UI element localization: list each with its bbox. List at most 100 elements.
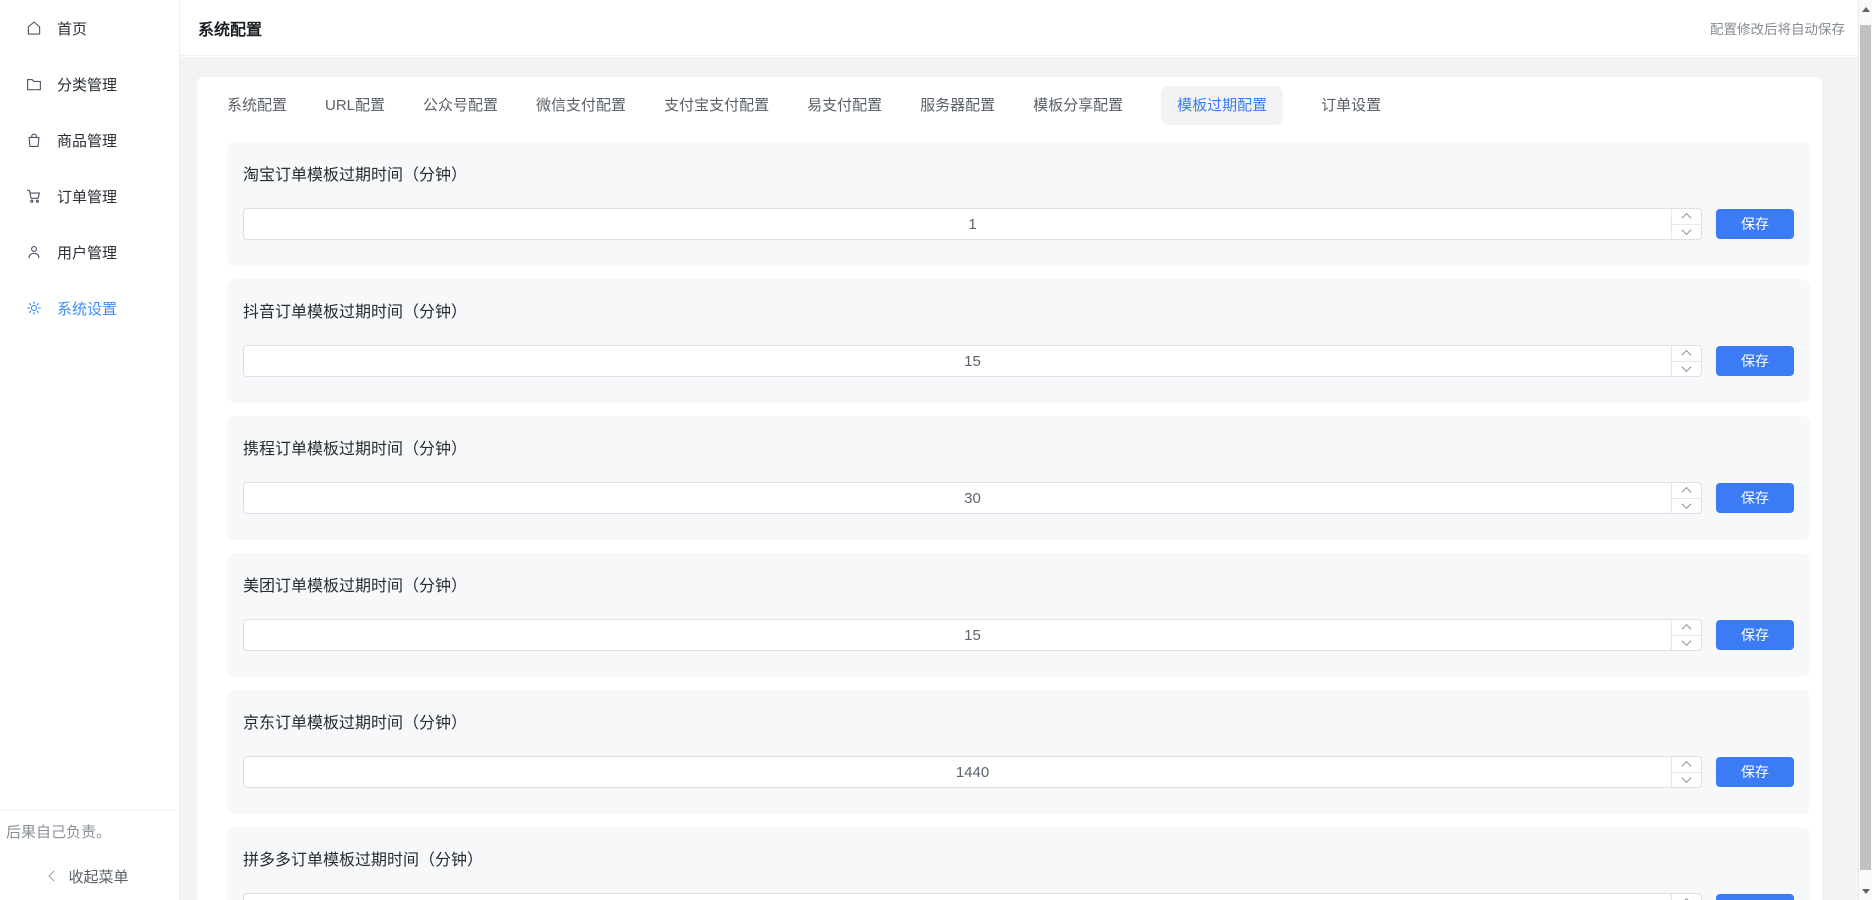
- save-button[interactable]: 保存: [1716, 483, 1794, 513]
- number-input-wrap: [243, 893, 1702, 900]
- section-jingdong-expiry: 京东订单模板过期时间（分钟） 保存: [227, 690, 1810, 814]
- scroll-up-button[interactable]: [1859, 2, 1872, 16]
- increase-button[interactable]: [1672, 757, 1701, 773]
- field-label: 拼多多订单模板过期时间（分钟）: [243, 851, 1794, 871]
- gear-icon: [25, 299, 43, 317]
- triangle-up-icon: [1862, 7, 1870, 12]
- scroll-down-button[interactable]: [1859, 884, 1872, 898]
- folder-icon: [25, 75, 43, 93]
- number-input-wrap: [243, 619, 1702, 651]
- chevron-down-icon: [1682, 773, 1692, 783]
- tab-server-config[interactable]: 服务器配置: [920, 95, 995, 116]
- chevron-up-icon: [1682, 213, 1692, 223]
- increase-button[interactable]: [1672, 346, 1701, 362]
- cart-icon: [25, 187, 43, 205]
- section-taobao-expiry: 淘宝订单模板过期时间（分钟） 保存: [227, 142, 1810, 266]
- section-pinduoduo-expiry: 拼多多订单模板过期时间（分钟） 保存: [227, 827, 1810, 900]
- sidebar-item-label: 商品管理: [57, 130, 117, 151]
- sidebar-nav: 首页 分类管理 商品管理 订单管理 用户管理: [0, 0, 179, 336]
- page-header: 系统配置 配置修改后将自动保存: [180, 0, 1858, 56]
- tab-alipay-config[interactable]: 支付宝支付配置: [664, 95, 769, 116]
- collapse-menu-label: 收起菜单: [68, 866, 128, 887]
- number-input-wrap: [243, 345, 1702, 377]
- sidebar-item-label: 分类管理: [57, 74, 117, 95]
- chevron-down-icon: [1682, 499, 1692, 509]
- sidebar-item-orders[interactable]: 订单管理: [0, 168, 179, 224]
- save-button[interactable]: 保存: [1716, 894, 1794, 900]
- number-spinner: [1671, 346, 1701, 376]
- tab-yipay-config[interactable]: 易支付配置: [807, 95, 882, 116]
- page-title: 系统配置: [198, 16, 262, 40]
- sidebar-item-settings[interactable]: 系统设置: [0, 280, 179, 336]
- sidebar-item-home[interactable]: 首页: [0, 0, 179, 56]
- sidebar-item-categories[interactable]: 分类管理: [0, 56, 179, 112]
- pinduoduo-expiry-input[interactable]: [243, 893, 1702, 900]
- sidebar-item-label: 订单管理: [57, 186, 117, 207]
- number-input-wrap: [243, 482, 1702, 514]
- chevron-down-icon: [1682, 225, 1692, 235]
- increase-button[interactable]: [1672, 894, 1701, 900]
- sidebar-item-label: 用户管理: [57, 242, 117, 263]
- meituan-expiry-input[interactable]: [243, 619, 1702, 651]
- form-sections: 淘宝订单模板过期时间（分钟） 保存 抖音订单模板过期时间（分钟）: [227, 142, 1810, 900]
- number-input-wrap: [243, 208, 1702, 240]
- douyin-expiry-input[interactable]: [243, 345, 1702, 377]
- field-label: 携程订单模板过期时间（分钟）: [243, 440, 1794, 460]
- sidebar-footer: ，后果自己负责。 收起菜单: [0, 810, 179, 900]
- chevron-up-icon: [1682, 350, 1692, 360]
- xiecheng-expiry-input[interactable]: [243, 482, 1702, 514]
- save-button[interactable]: 保存: [1716, 209, 1794, 239]
- decrease-button[interactable]: [1672, 636, 1701, 651]
- home-icon: [25, 19, 43, 37]
- sidebar-notice-text: ，后果自己负责。: [0, 823, 179, 843]
- collapse-menu-button[interactable]: 收起菜单: [0, 864, 179, 888]
- sidebar-item-products[interactable]: 商品管理: [0, 112, 179, 168]
- tab-order-settings[interactable]: 订单设置: [1321, 95, 1381, 116]
- decrease-button[interactable]: [1672, 499, 1701, 514]
- tab-wechat-pay-config[interactable]: 微信支付配置: [536, 95, 626, 116]
- tab-url-config[interactable]: URL配置: [325, 95, 385, 116]
- decrease-button[interactable]: [1672, 362, 1701, 377]
- main-content: 系统配置 URL配置 公众号配置 微信支付配置 支付宝支付配置 易支付配置 服务…: [180, 57, 1858, 900]
- sidebar-item-label: 首页: [57, 18, 87, 39]
- vertical-scrollbar[interactable]: [1858, 0, 1872, 900]
- tab-official-account-config[interactable]: 公众号配置: [423, 95, 498, 116]
- increase-button[interactable]: [1672, 483, 1701, 499]
- section-xiecheng-expiry: 携程订单模板过期时间（分钟） 保存: [227, 416, 1810, 540]
- triangle-down-icon: [1862, 889, 1870, 894]
- increase-button[interactable]: [1672, 209, 1701, 225]
- sidebar-item-label: 系统设置: [57, 298, 117, 319]
- section-douyin-expiry: 抖音订单模板过期时间（分钟） 保存: [227, 279, 1810, 403]
- decrease-button[interactable]: [1672, 225, 1701, 240]
- tab-template-expiry-config[interactable]: 模板过期配置: [1161, 86, 1283, 125]
- chevron-left-icon: [49, 870, 60, 881]
- chevron-up-icon: [1682, 624, 1692, 634]
- jingdong-expiry-input[interactable]: [243, 756, 1702, 788]
- save-button[interactable]: 保存: [1716, 757, 1794, 787]
- config-tabbar: 系统配置 URL配置 公众号配置 微信支付配置 支付宝支付配置 易支付配置 服务…: [227, 95, 1810, 116]
- sidebar-item-users[interactable]: 用户管理: [0, 224, 179, 280]
- autosave-note: 配置修改后将自动保存: [1710, 18, 1845, 38]
- save-button[interactable]: 保存: [1716, 620, 1794, 650]
- number-spinner: [1671, 209, 1701, 239]
- tab-template-share-config[interactable]: 模板分享配置: [1033, 95, 1123, 116]
- chevron-down-icon: [1682, 362, 1692, 372]
- chevron-up-icon: [1682, 761, 1692, 771]
- number-spinner: [1671, 483, 1701, 513]
- field-label: 抖音订单模板过期时间（分钟）: [243, 303, 1794, 323]
- number-input-wrap: [243, 756, 1702, 788]
- section-meituan-expiry: 美团订单模板过期时间（分钟） 保存: [227, 553, 1810, 677]
- user-icon: [25, 243, 43, 261]
- save-button[interactable]: 保存: [1716, 346, 1794, 376]
- taobao-expiry-input[interactable]: [243, 208, 1702, 240]
- scrollbar-thumb[interactable]: [1860, 25, 1871, 870]
- number-spinner: [1671, 620, 1701, 650]
- increase-button[interactable]: [1672, 620, 1701, 636]
- chevron-up-icon: [1682, 487, 1692, 497]
- bag-icon: [25, 131, 43, 149]
- config-card: 系统配置 URL配置 公众号配置 微信支付配置 支付宝支付配置 易支付配置 服务…: [197, 77, 1822, 900]
- decrease-button[interactable]: [1672, 773, 1701, 788]
- number-spinner: [1671, 894, 1701, 900]
- tab-system-config[interactable]: 系统配置: [227, 95, 287, 116]
- chevron-down-icon: [1682, 636, 1692, 646]
